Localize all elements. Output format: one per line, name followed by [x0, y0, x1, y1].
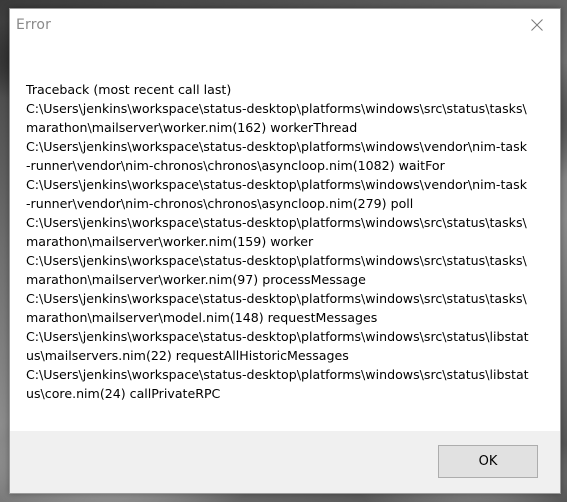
close-button[interactable]: [514, 9, 560, 41]
message-line: marathon\mailserver\model.nim(148) reque…: [26, 310, 378, 325]
dialog-footer: OK: [10, 431, 560, 493]
message-line: -runner\vendor\nim-chronos\chronos\async…: [26, 158, 445, 173]
error-dialog: Error Traceback (most recent call last) C…: [9, 8, 561, 494]
message-line: C:\Users\jenkins\workspace\status-deskto…: [26, 291, 527, 306]
message-line: C:\Users\jenkins\workspace\status-deskto…: [26, 367, 529, 382]
message-line: -runner\vendor\nim-chronos\chronos\async…: [26, 196, 414, 211]
window-title: Error: [16, 17, 52, 33]
message-line: us\core.nim(24) callPrivateRPC: [26, 386, 221, 401]
message-line: C:\Users\jenkins\workspace\status-deskto…: [26, 177, 527, 192]
dialog-content: Traceback (most recent call last) C:\User…: [10, 43, 560, 431]
message-line: C:\Users\jenkins\workspace\status-deskto…: [26, 139, 527, 154]
message-line: Traceback (most recent call last): [26, 82, 232, 97]
message-line: marathon\mailserver\worker.nim(97) proce…: [26, 272, 366, 287]
message-line: C:\Users\jenkins\workspace\status-deskto…: [26, 253, 527, 268]
ok-button[interactable]: OK: [438, 445, 538, 478]
message-line: C:\Users\jenkins\workspace\status-deskto…: [26, 101, 527, 116]
title-bar[interactable]: Error: [10, 9, 560, 43]
message-line: C:\Users\jenkins\workspace\status-deskto…: [26, 215, 527, 230]
message-line: marathon\mailserver\worker.nim(159) work…: [26, 234, 314, 249]
message-line: C:\Users\jenkins\workspace\status-deskto…: [26, 329, 529, 344]
message-line: us\mailservers.nim(22) requestAllHistori…: [26, 348, 349, 363]
message-line: marathon\mailserver\worker.nim(162) work…: [26, 120, 358, 135]
close-icon: [531, 19, 543, 31]
error-message: Traceback (most recent call last) C:\User…: [26, 80, 529, 403]
